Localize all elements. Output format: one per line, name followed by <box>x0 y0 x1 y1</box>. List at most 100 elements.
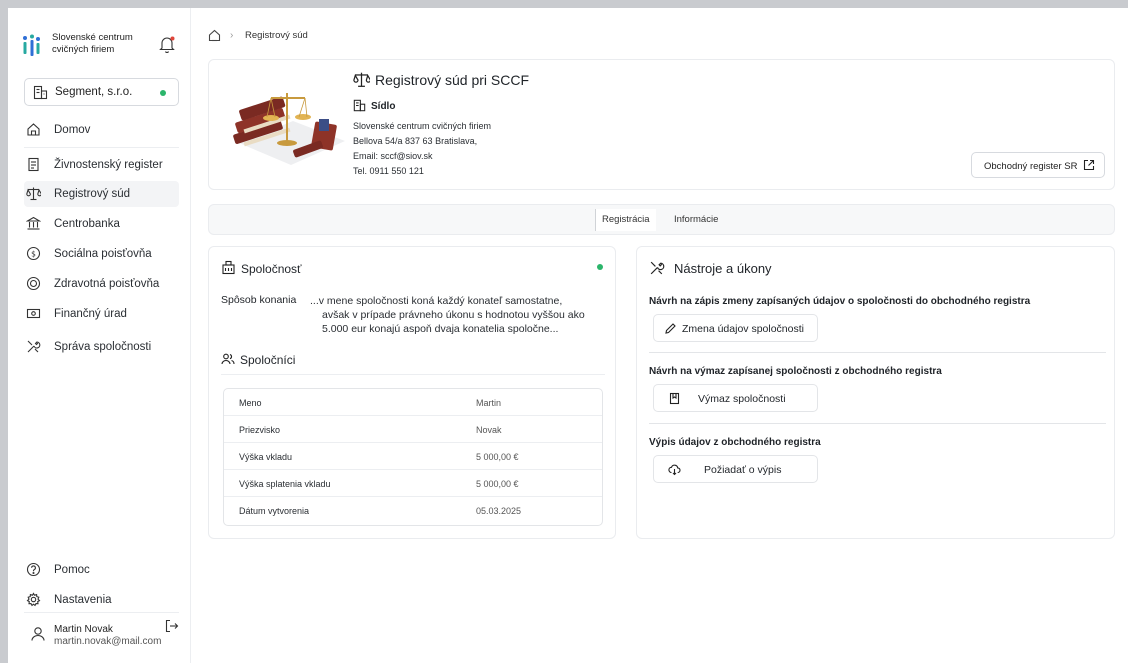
divider <box>649 352 1106 353</box>
row-value: 05.03.2025 <box>476 506 522 516</box>
org-selector[interactable]: Segment, s.r.o. <box>24 78 179 106</box>
sidebar-item-registrovy-sud[interactable]: Registrový súd <box>24 181 179 207</box>
books-gavel-illustration <box>223 73 348 181</box>
sidebar-item-socialna-poistovna[interactable]: $ Sociálna poisťovňa <box>24 241 179 267</box>
divider <box>221 374 605 375</box>
table-row: Výška vkladu 5 000,00 € <box>224 443 602 470</box>
users-icon <box>221 352 235 366</box>
poziadat-o-vypis-button[interactable]: Požiadať o výpis <box>653 455 818 483</box>
row-key: Priezvisko <box>239 425 281 435</box>
sidebar-item-zdravotna-poistovna[interactable]: Zdravotná poisťovňa <box>24 271 179 297</box>
bank-icon <box>26 216 41 231</box>
sidebar-item-label: Živnostenský register <box>54 159 163 171</box>
brand-name: Slovenské centrum cvičných firiem <box>52 32 142 56</box>
table-row: Priezvisko Novak <box>224 416 602 443</box>
sidebar-item-domov[interactable]: Domov <box>24 117 179 143</box>
poziadat-o-vypis-label: Požiadať o výpis <box>704 464 782 476</box>
partners-title: Spoločníci <box>240 353 296 367</box>
breadcrumb-current: Registrový súd <box>245 30 308 41</box>
court-header-card: Registrový súd pri SCCF Sídlo Slovenské … <box>208 59 1115 190</box>
company-card: Spoločnosť Spôsob konania ...v mene spol… <box>208 246 616 539</box>
table-row: Výška splatenia vkladu 5 000,00 € <box>224 470 602 497</box>
user-profile[interactable]: Martin Novak martin.novak@mail.com <box>24 618 184 658</box>
status-dot <box>597 264 603 270</box>
user-name: Martin Novak <box>54 624 113 635</box>
divider <box>649 423 1106 424</box>
money-icon <box>26 306 41 321</box>
bookmark-document-icon <box>668 392 681 405</box>
row-key: Výška vkladu <box>239 452 293 462</box>
chevron-right-icon: › <box>230 30 234 41</box>
building-icon <box>33 85 48 100</box>
address-phone: Tel. 0911 550 121 <box>353 166 424 176</box>
sposob-line: 5.000 eur konajú aspoň dvaja konatelia s… <box>322 323 559 335</box>
sposob-konania-label: Spôsob konania <box>221 294 297 306</box>
tab-informacie[interactable]: Informácie <box>674 214 718 225</box>
obchodny-register-label: Obchodný register SR <box>984 161 1078 172</box>
building-icon <box>353 99 366 112</box>
row-key: Dátum vytvorenia <box>239 506 310 516</box>
row-key: Výška splatenia vkladu <box>239 479 331 489</box>
company-title: Spoločnosť <box>241 262 302 276</box>
scales-icon <box>353 71 370 88</box>
row-value: 5 000,00 € <box>476 479 519 489</box>
sidebar-item-label: Správa spoločnosti <box>54 341 152 353</box>
zmena-udajov-button[interactable]: Zmena údajov spoločnosti <box>653 314 818 342</box>
sidebar-item-label: Centrobanka <box>54 218 120 230</box>
sidebar: Slovenské centrum cvičných firiem Segmen… <box>8 8 191 663</box>
partners-table: Meno Martin Priezvisko Novak Výška vklad… <box>223 388 603 526</box>
obchodny-register-button[interactable]: Obchodný register SR <box>971 152 1105 178</box>
brand-name-line1: Slovenské centrum <box>52 32 133 43</box>
brand[interactable]: Slovenské centrum cvičných firiem <box>22 32 182 62</box>
brand-logo-icon <box>22 34 42 58</box>
section-title-vypis: Výpis údajov z obchodného registra <box>649 437 821 448</box>
sidebar-item-label: Pomoc <box>54 564 90 576</box>
section-title-vymaz: Návrh na výmaz zapísanej spoločnosti z o… <box>649 366 942 377</box>
table-row: Meno Martin <box>224 389 602 416</box>
sidebar-item-sprava-spolocnosti[interactable]: Správa spoločnosti <box>24 334 179 360</box>
user-email: martin.novak@mail.com <box>54 636 162 647</box>
brand-name-line2: cvičných firiem <box>52 44 115 55</box>
sidebar-item-label: Nastavenia <box>54 594 112 606</box>
section-title-zmena: Návrh na zápis zmeny zapísaných údajov o… <box>649 296 1031 307</box>
nav-divider <box>24 147 179 148</box>
sidebar-item-label: Registrový súd <box>54 188 131 200</box>
tab-registracia[interactable]: Registrácia <box>595 209 656 231</box>
zmena-udajov-label: Zmena údajov spoločnosti <box>682 323 804 335</box>
company-building-icon <box>221 260 236 275</box>
sidebar-item-pomoc[interactable]: Pomoc <box>24 557 179 583</box>
sidebar-item-nastavenia[interactable]: Nastavenia <box>24 587 179 613</box>
sposob-line: avšak v prípade právneho úkonu s hodnoto… <box>322 309 585 321</box>
sposob-line: ...v mene spoločnosti koná každý konateľ… <box>310 295 563 307</box>
tools-icon <box>649 260 665 276</box>
vymaz-spolocnosti-label: Výmaz spoločnosti <box>698 393 786 405</box>
address-line: Bellova 54/a 837 63 Bratislava, <box>353 136 478 146</box>
health-icon <box>26 276 41 291</box>
settings-icon <box>26 592 41 607</box>
row-value: Martin <box>476 398 502 408</box>
nav-divider <box>24 612 179 613</box>
tabs-bar: Registrácia Informácie <box>208 204 1115 235</box>
help-icon <box>26 562 41 577</box>
avatar-icon <box>28 624 48 644</box>
sidebar-item-financny-urad[interactable]: Finančný úrad <box>24 301 179 327</box>
sidebar-item-label: Sociálna poisťovňa <box>54 248 152 260</box>
external-link-icon <box>1083 159 1095 171</box>
bell-icon[interactable] <box>158 35 176 53</box>
sidebar-item-zivnostensky-register[interactable]: Živnostenský register <box>24 152 179 178</box>
status-dot <box>160 90 166 96</box>
address-line: Slovenské centrum cvičných firiem <box>353 121 492 131</box>
vymaz-spolocnosti-button[interactable]: Výmaz spoločnosti <box>653 384 818 412</box>
sidebar-item-centrobanka[interactable]: Centrobanka <box>24 211 179 237</box>
logout-icon[interactable] <box>164 618 180 634</box>
row-value: Novak <box>476 425 502 435</box>
tools-card: Nástroje a úkony Návrh na zápis zmeny za… <box>636 246 1115 539</box>
tools-icon <box>26 339 41 354</box>
pencil-icon <box>664 322 677 335</box>
sidebar-item-label: Domov <box>54 124 91 136</box>
sidebar-item-label: Zdravotná poisťovňa <box>54 278 160 290</box>
sidebar-item-label: Finančný úrad <box>54 308 127 320</box>
home-icon[interactable] <box>208 29 221 42</box>
address-email[interactable]: Email: sccf@siov.sk <box>353 151 432 161</box>
row-key: Meno <box>239 398 262 408</box>
